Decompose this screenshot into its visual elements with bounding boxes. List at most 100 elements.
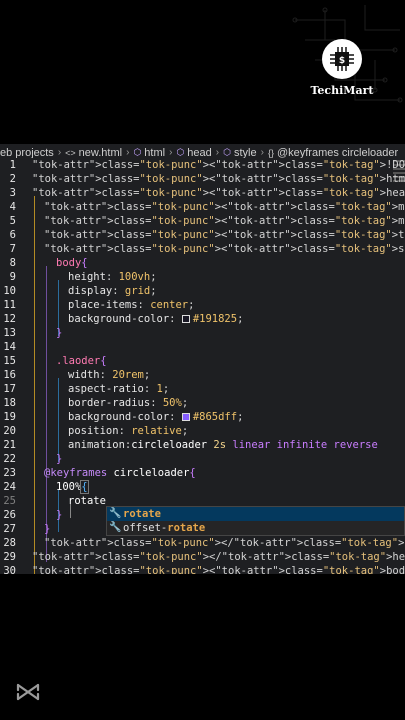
line-number: 23 <box>3 467 16 479</box>
chevron-right-icon: › <box>57 147 62 158</box>
code-text: "tok-attr">class="tok-punc"><"tok-attr">… <box>32 187 405 199</box>
autocomplete-popup: 🔧 rotate 🔧 offset-rotate <box>106 506 405 536</box>
code-line[interactable]: 8 body{ <box>0 256 405 270</box>
line-number: 13 <box>3 327 16 339</box>
suggestion-match: rotate <box>167 522 206 534</box>
code-text: .laoder{ <box>56 355 107 367</box>
cube-icon: ⬡ <box>223 147 231 157</box>
code-text: position: relative; <box>68 425 189 437</box>
breadcrumb-label: new.html <box>78 146 123 159</box>
chip-icon: $ <box>330 47 354 71</box>
brand-name: TechiMart <box>310 84 374 97</box>
code-line[interactable]: 6 "tok-attr">class="tok-punc"><"tok-attr"… <box>0 228 405 242</box>
code-line[interactable]: 13} <box>0 326 405 340</box>
line-number: 9 <box>9 271 16 283</box>
code-text: rotate <box>68 495 106 507</box>
line-number: 16 <box>3 369 16 381</box>
line-number: 1 <box>9 159 16 171</box>
breadcrumb-label: head <box>187 146 212 159</box>
line-number: 27 <box>3 523 16 535</box>
code-line[interactable]: 23 @keyframes circleloader{ <box>0 466 405 480</box>
html-file-icon: <> <box>65 147 76 158</box>
code-text: aspect-ratio: 1; <box>68 383 170 395</box>
line-number: 14 <box>3 341 16 353</box>
code-text: "tok-attr">class="tok-punc"></"tok-attr"… <box>44 537 405 549</box>
video-banner: $ TechiMart <box>0 0 405 140</box>
breadcrumb-item-head[interactable]: ⬡ head <box>176 147 211 159</box>
breadcrumb-label: @keyframes circleloader <box>276 146 399 159</box>
breadcrumb-label: html <box>144 146 166 159</box>
code-line[interactable]: 29 "tok-attr">class="tok-punc"></"tok-att… <box>0 550 405 564</box>
code-line[interactable]: 17 aspect-ratio: 1; <box>0 382 405 396</box>
breadcrumb-label: eb projects <box>0 146 54 159</box>
line-number: 15 <box>3 355 16 367</box>
code-text: @keyframes circleloader{ <box>44 467 196 479</box>
code-text: } <box>56 453 63 465</box>
line-number: 22 <box>3 453 16 465</box>
chevron-right-icon: › <box>126 147 130 158</box>
code-line[interactable]: 12 background-color: #191825; <box>0 312 405 326</box>
code-line[interactable]: 11 place-items: center; <box>0 298 405 312</box>
code-line[interactable]: 3 "tok-attr">class="tok-punc"><"tok-attr"… <box>0 186 405 200</box>
code-text: width: 20rem; <box>68 369 151 381</box>
code-line[interactable]: 30 "tok-attr">class="tok-punc"><"tok-attr… <box>0 564 405 574</box>
breadcrumb-item-style[interactable]: ⬡ style <box>223 147 256 159</box>
wrench-icon: 🔧 <box>109 522 122 533</box>
breadcrumb-item-html[interactable]: ⬡ html <box>133 147 165 159</box>
code-line[interactable]: 22} <box>0 452 405 466</box>
code-line[interactable]: 1 "tok-attr">class="tok-punc"><"tok-attr"… <box>0 158 405 172</box>
cube-icon: ⬡ <box>176 147 185 157</box>
code-text: } <box>56 509 63 521</box>
line-number: 5 <box>9 215 16 227</box>
line-number: 24 <box>3 481 16 493</box>
suggestion-item[interactable]: 🔧 offset-rotate <box>107 521 404 535</box>
code-line[interactable]: 7 "tok-attr">class="tok-punc"><"tok-attr"… <box>0 242 405 256</box>
code-text: display: grid; <box>68 285 157 297</box>
code-line[interactable]: 20 position: relative; <box>0 424 405 438</box>
line-number: 28 <box>3 537 16 549</box>
breadcrumb-item-keyframes[interactable]: {} @keyframes circleloader <box>268 147 398 159</box>
line-number: 10 <box>3 285 16 297</box>
code-line[interactable]: 10 display: grid; <box>0 284 405 298</box>
code-text: "tok-attr">class="tok-punc"><"tok-attr">… <box>32 565 405 574</box>
code-text: "tok-attr">class="tok-punc"></"tok-attr"… <box>32 551 405 563</box>
suggestion-item[interactable]: 🔧 rotate <box>107 507 404 521</box>
line-number: 25 <box>3 495 16 507</box>
code-line[interactable]: 21 animation:circleloader 2s linear infin… <box>0 438 405 452</box>
code-text: height: 100vh; <box>68 271 157 283</box>
code-text: "tok-attr">class="tok-punc"><"tok-attr">… <box>32 173 405 185</box>
code-line[interactable]: 2 "tok-attr">class="tok-punc"><"tok-attr"… <box>0 172 405 186</box>
code-line[interactable]: 4 "tok-attr">class="tok-punc"><"tok-attr"… <box>0 200 405 214</box>
brand-logo: $ <box>322 39 362 79</box>
chevron-right-icon: › <box>215 147 220 158</box>
code-text: "tok-attr">class="tok-punc"><"tok-attr">… <box>44 215 405 227</box>
line-number: 29 <box>3 551 16 563</box>
code-line[interactable]: 24 100%{ <box>0 480 405 494</box>
code-line[interactable]: 28 "tok-attr">class="tok-punc"></"tok-att… <box>0 536 405 550</box>
code-text: border-radius: 50%; <box>68 397 189 409</box>
line-number: 4 <box>9 201 16 213</box>
line-number: 20 <box>3 425 16 437</box>
code-text: } <box>44 523 51 535</box>
capcut-logo-icon <box>16 683 40 701</box>
line-number: 7 <box>9 243 16 255</box>
line-number: 19 <box>3 411 16 423</box>
code-line[interactable]: 9 height: 100vh; <box>0 270 405 284</box>
code-line[interactable]: 15 .laoder{ <box>0 354 405 368</box>
code-text: background-color: #865dff; <box>68 411 244 423</box>
braces-icon: {} <box>267 147 274 158</box>
code-line[interactable]: 14 <box>0 340 405 354</box>
svg-text:$: $ <box>339 56 345 66</box>
breadcrumb-item-folder[interactable]: eb projects <box>0 147 54 159</box>
code-text: 100%{ <box>56 480 89 494</box>
code-line[interactable]: 5 "tok-attr">class="tok-punc"><"tok-attr"… <box>0 214 405 228</box>
code-text: "tok-attr">class="tok-punc"><"tok-attr">… <box>44 243 405 255</box>
code-text: "tok-attr">class="tok-punc"><"tok-attr">… <box>32 159 405 171</box>
code-line[interactable]: 18 border-radius: 50%; <box>0 396 405 410</box>
line-number: 26 <box>3 509 16 521</box>
code-text: animation:circleloader 2s linear infinit… <box>68 439 378 451</box>
code-line[interactable]: 19 background-color: #865dff; <box>0 410 405 424</box>
code-line[interactable]: 16 width: 20rem; <box>0 368 405 382</box>
line-number: 11 <box>3 299 16 311</box>
breadcrumb-item-file[interactable]: <> new.html <box>65 147 122 159</box>
